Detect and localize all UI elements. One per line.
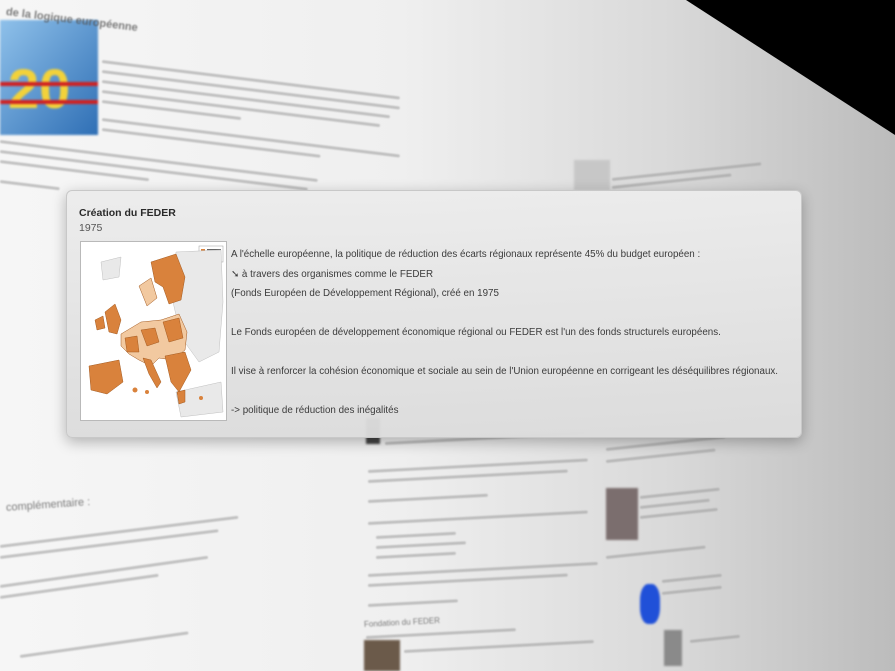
event-detail-popup[interactable]: Création du FEDER 1975 A l'échelle europ… bbox=[66, 190, 802, 438]
background-text-line bbox=[661, 585, 722, 595]
background-text-line bbox=[19, 631, 189, 658]
background-text-line bbox=[0, 150, 308, 191]
background-text-line bbox=[661, 573, 722, 583]
description-line: (Fonds Européen de Développement Régiona… bbox=[231, 288, 499, 299]
description-line: ➘ à travers des organismes comme le FEDE… bbox=[231, 268, 434, 280]
background-image bbox=[574, 160, 610, 190]
background-text-line bbox=[367, 599, 458, 607]
background-text-line bbox=[0, 573, 159, 599]
background-text-line bbox=[0, 160, 150, 182]
description-line: Le Fonds européen de développement écono… bbox=[231, 327, 721, 338]
timeline-viewer: 20 de la logique européenne complémentai… bbox=[0, 0, 895, 671]
background-image bbox=[640, 584, 660, 624]
thumbnail-badge: 20 bbox=[8, 57, 70, 120]
background-text-line bbox=[605, 448, 716, 463]
background-text-line bbox=[101, 70, 400, 110]
background-text-line bbox=[0, 180, 60, 191]
background-text-line bbox=[365, 628, 516, 639]
background-image bbox=[664, 630, 682, 666]
background-text-line bbox=[639, 487, 720, 499]
background-text-line bbox=[375, 541, 466, 549]
description-line: -> politique de réduction des inégalités bbox=[231, 405, 399, 416]
background-text-line bbox=[689, 634, 740, 643]
background-thumbnail: 20 bbox=[0, 20, 98, 135]
background-text-line bbox=[375, 531, 456, 539]
europe-map bbox=[81, 242, 226, 420]
background-image bbox=[606, 488, 638, 540]
background-snippet: Fondation du FEDER bbox=[363, 616, 441, 629]
event-title: Création du FEDER bbox=[79, 207, 176, 219]
background-text-line bbox=[367, 573, 568, 587]
event-description: A l'échelle européenne, la politique de … bbox=[231, 245, 791, 421]
description-line: Il vise à renforcer la cohésion économiq… bbox=[231, 366, 779, 377]
event-date: 1975 bbox=[79, 222, 103, 234]
background-text-line bbox=[639, 507, 718, 519]
background-text-line bbox=[639, 498, 710, 509]
background-text-line bbox=[101, 60, 400, 100]
background-image bbox=[364, 640, 400, 671]
background-snippet: complémentaire : bbox=[5, 496, 91, 514]
description-line: A l'échelle européenne, la politique de … bbox=[231, 249, 701, 260]
background-text-line bbox=[605, 545, 706, 559]
background-text-line bbox=[367, 510, 588, 525]
background-text-line bbox=[101, 100, 242, 121]
background-text-line bbox=[0, 140, 318, 182]
background-text-line bbox=[367, 469, 568, 483]
background-text-line bbox=[375, 551, 456, 559]
background-text-line bbox=[403, 640, 594, 653]
background-text-line bbox=[367, 493, 488, 503]
europe-map-image[interactable] bbox=[80, 241, 227, 421]
